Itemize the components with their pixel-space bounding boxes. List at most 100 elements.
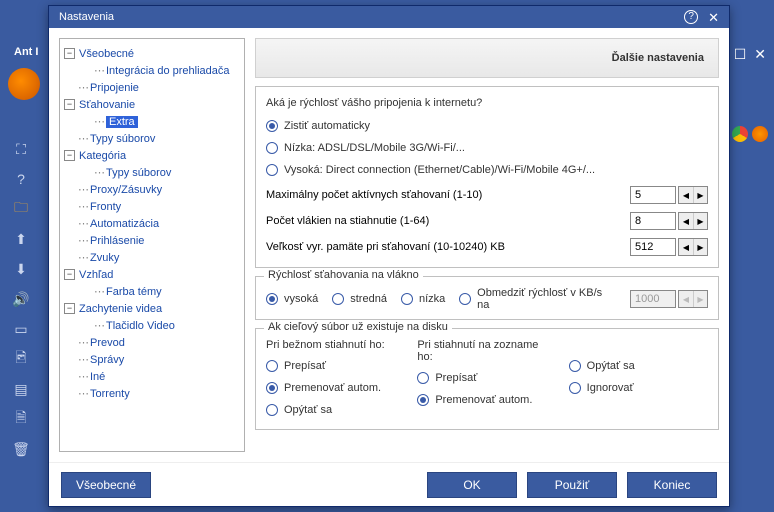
vseobecne-button[interactable]: Všeobecné [61, 472, 151, 498]
radio-icon[interactable] [459, 293, 471, 305]
radio-icon[interactable] [401, 293, 413, 305]
radio-icon[interactable] [266, 404, 278, 416]
radio-speed-low[interactable]: nízka [401, 288, 445, 310]
tree-item-integracia[interactable]: ⋯Integrácia do prehliadača [64, 62, 240, 79]
radio-c1-opytat[interactable]: Opýtať sa [266, 399, 405, 421]
collapse-icon[interactable]: − [64, 150, 75, 161]
radio-icon[interactable] [266, 164, 278, 176]
tree-item-prevod[interactable]: ⋯Prevod [64, 334, 240, 351]
tree-item-fronty[interactable]: ⋯Fronty [64, 198, 240, 215]
max-active-input[interactable] [630, 186, 676, 204]
radio-icon[interactable] [266, 142, 278, 154]
step-left-icon: ◀ [679, 291, 693, 307]
ok-button[interactable]: OK [427, 472, 517, 498]
page-header: Ďalšie nastavenia [255, 38, 719, 78]
sidebar-icon[interactable]: 🖻 [12, 350, 30, 368]
buffer-stepper[interactable]: ◀▶ [630, 238, 708, 256]
radio-speed-mid[interactable]: stredná [332, 288, 387, 310]
tree-item-proxy[interactable]: ⋯Proxy/Zásuvky [64, 181, 240, 198]
tree-item-spravy[interactable]: ⋯Správy [64, 351, 240, 368]
radio-icon[interactable] [266, 360, 278, 372]
col3-heading [569, 339, 708, 351]
firefox-icon[interactable] [752, 126, 768, 142]
bg-max-icon[interactable]: ☐ [734, 46, 747, 63]
radio-icon[interactable] [417, 394, 429, 406]
radio-icon[interactable] [266, 120, 278, 132]
close-icon[interactable]: ✕ [708, 11, 719, 24]
tree-item-vseobecne[interactable]: −Všeobecné [64, 45, 240, 62]
sidebar-icon[interactable]: ⬇ [12, 260, 30, 278]
sidebar-icon[interactable]: ▤ [12, 380, 30, 398]
help-icon[interactable]: ? [684, 10, 698, 24]
sidebar-icon[interactable]: ⛶ [12, 140, 30, 158]
step-left-icon[interactable]: ◀ [679, 239, 693, 255]
limit-input [630, 290, 676, 308]
chrome-icon[interactable] [732, 126, 748, 142]
koniec-button[interactable]: Koniec [627, 472, 717, 498]
pouzit-button[interactable]: Použiť [527, 472, 617, 498]
tree-item-vzhlad[interactable]: −Vzhľad [64, 266, 240, 283]
sidebar-icon[interactable]: 🔊 [12, 290, 30, 308]
browser-icons [732, 126, 768, 142]
collapse-icon[interactable]: − [64, 99, 75, 110]
limit-stepper: ◀▶ [630, 290, 708, 308]
tree-item-typy-suborov2[interactable]: ⋯Typy súborov [64, 164, 240, 181]
radio-icon[interactable] [266, 382, 278, 394]
tree-item-torrenty[interactable]: ⋯Torrenty [64, 385, 240, 402]
buffer-label: Veľkosť vyr. pamäte pri sťahovaní (10-10… [266, 241, 505, 253]
tree-item-prihlasenie[interactable]: ⋯Prihlásenie [64, 232, 240, 249]
collapse-icon[interactable]: − [64, 269, 75, 280]
step-left-icon[interactable]: ◀ [679, 187, 693, 203]
radio-c2-prepisat[interactable]: Prepísať [417, 367, 556, 389]
sidebar-icon[interactable]: ▭ [12, 320, 30, 338]
radio-icon[interactable] [569, 382, 581, 394]
radio-speed-limit[interactable]: Obmedziť rýchlosť v KB/s na [459, 287, 616, 311]
tree-item-ine[interactable]: ⋯Iné [64, 368, 240, 385]
radio-icon[interactable] [332, 293, 344, 305]
col2-heading: Pri stiahnutí na zozname ho: [417, 339, 556, 363]
radio-icon[interactable] [417, 372, 429, 384]
tree-item-extra[interactable]: ⋯Extra [64, 113, 240, 130]
step-right-icon[interactable]: ▶ [693, 213, 707, 229]
tree-item-kategoria[interactable]: −Kategória [64, 147, 240, 164]
step-left-icon[interactable]: ◀ [679, 213, 693, 229]
radio-c2-ignorovat[interactable]: Ignorovať [569, 377, 708, 399]
radio-c2-premenovat[interactable]: Premenovať autom. [417, 389, 556, 411]
sidebar-icon[interactable]: 🗑 [12, 440, 30, 458]
sidebar-icon[interactable]: 🗎 [12, 410, 30, 428]
step-right-icon[interactable]: ▶ [693, 187, 707, 203]
buffer-input[interactable] [630, 238, 676, 256]
threads-stepper[interactable]: ◀▶ [630, 212, 708, 230]
tree-item-automatizacia[interactable]: ⋯Automatizácia [64, 215, 240, 232]
radio-icon[interactable] [266, 293, 278, 305]
radio-c1-premenovat[interactable]: Premenovať autom. [266, 377, 405, 399]
settings-tree[interactable]: −Všeobecné ⋯Integrácia do prehliadača ⋯P… [59, 38, 245, 452]
tree-item-pripojenie[interactable]: ⋯Pripojenie [64, 79, 240, 96]
bg-close-icon[interactable]: ✕ [754, 46, 766, 63]
tree-item-stahovanie[interactable]: −Sťahovanie [64, 96, 240, 113]
tree-item-farba-temy[interactable]: ⋯Farba témy [64, 283, 240, 300]
threads-input[interactable] [630, 212, 676, 230]
radio-high[interactable]: Vysoká: Direct connection (Ethernet/Cabl… [266, 159, 708, 181]
tree-item-zachytenie[interactable]: −Zachytenie videa [64, 300, 240, 317]
dialog-titlebar: Nastavenia ? ✕ [49, 6, 729, 28]
tree-item-tlacidlo-video[interactable]: ⋯Tlačidlo Video [64, 317, 240, 334]
collapse-icon[interactable]: − [64, 48, 75, 59]
step-right-icon: ▶ [693, 291, 707, 307]
radio-c1-prepisat[interactable]: Prepísať [266, 355, 405, 377]
connection-speed-group: Aká je rýchlosť vášho pripojenia k inter… [255, 86, 719, 268]
sidebar-icon[interactable]: ⬆ [12, 230, 30, 248]
sidebar-icon[interactable]: 🗀 [12, 200, 30, 218]
radio-low[interactable]: Nízka: ADSL/DSL/Mobile 3G/Wi-Fi/... [266, 137, 708, 159]
max-active-stepper[interactable]: ◀▶ [630, 186, 708, 204]
radio-speed-high[interactable]: vysoká [266, 288, 318, 310]
tree-item-zvuky[interactable]: ⋯Zvuky [64, 249, 240, 266]
step-right-icon[interactable]: ▶ [693, 239, 707, 255]
collapse-icon[interactable]: − [64, 303, 75, 314]
thread-speed-group: Rýchlosť sťahovania na vlákno vysoká str… [255, 276, 719, 320]
radio-c2-opytat[interactable]: Opýtať sa [569, 355, 708, 377]
radio-auto[interactable]: Zistiť automaticky [266, 115, 708, 137]
tree-item-typy-suborov[interactable]: ⋯Typy súborov [64, 130, 240, 147]
radio-icon[interactable] [569, 360, 581, 372]
sidebar-icon[interactable]: ? [12, 170, 30, 188]
